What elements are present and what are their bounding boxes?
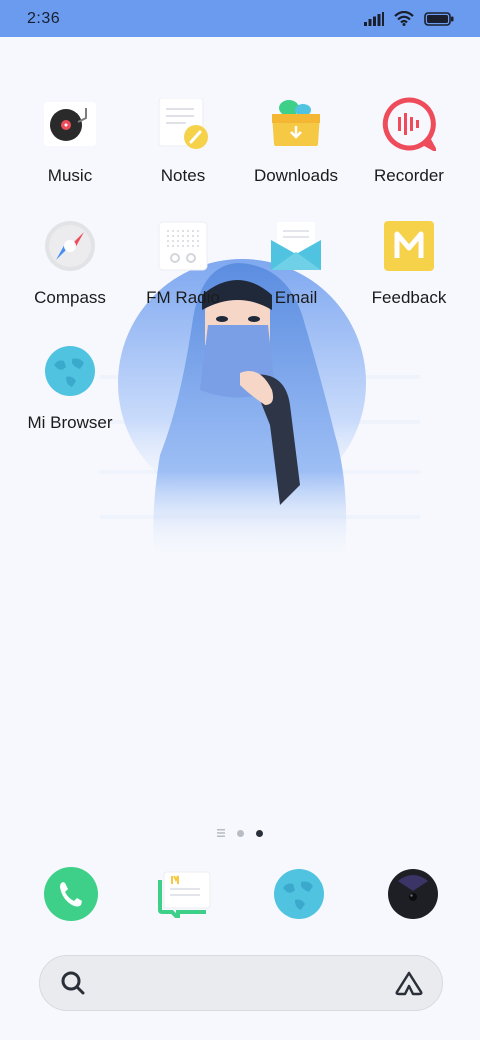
- app-label: Feedback: [371, 288, 447, 307]
- messages-icon: [158, 871, 211, 918]
- app-recorder[interactable]: Recorder: [349, 96, 469, 186]
- camera-icon: [388, 869, 438, 919]
- notes-icon: [155, 96, 211, 152]
- app-mi-browser[interactable]: Mi Browser: [10, 343, 130, 433]
- music-icon: [42, 96, 98, 152]
- app-label: Music: [47, 166, 93, 185]
- app-compass[interactable]: Compass: [10, 218, 130, 308]
- app-label: Notes: [160, 166, 206, 185]
- app-label: Compass: [34, 288, 106, 307]
- dock-camera[interactable]: [385, 866, 441, 922]
- app-email[interactable]: Email: [236, 218, 356, 308]
- status-icons: [364, 11, 454, 26]
- radio-icon: [155, 218, 211, 274]
- list-indicator-icon: [217, 829, 225, 837]
- email-icon: [268, 218, 324, 274]
- recorder-icon: [381, 96, 437, 152]
- search-icon[interactable]: [60, 970, 86, 996]
- app-feedback[interactable]: Feedback: [349, 218, 469, 308]
- signal-icon: [364, 11, 384, 26]
- app-music[interactable]: Music: [10, 96, 130, 186]
- assistant-icon[interactable]: [394, 970, 424, 996]
- compass-icon: [42, 218, 98, 274]
- page-dot-active[interactable]: [256, 829, 263, 837]
- app-label: Recorder: [374, 166, 444, 185]
- app-label: FM Radio: [146, 288, 220, 307]
- status-time: 2:36: [27, 9, 61, 27]
- app-fm-radio[interactable]: FM Radio: [123, 218, 243, 308]
- dock-phone[interactable]: [43, 866, 99, 922]
- battery-icon: [424, 11, 454, 26]
- search-bar[interactable]: [39, 955, 443, 1011]
- feedback-icon: [381, 218, 437, 274]
- app-label: Mi Browser: [27, 413, 113, 432]
- dock-messages[interactable]: [157, 866, 213, 922]
- app-label: Email: [274, 288, 318, 307]
- downloads-icon: [268, 96, 324, 152]
- page-dot[interactable]: [237, 829, 244, 837]
- wifi-icon: [394, 11, 414, 26]
- app-label: Downloads: [253, 166, 339, 185]
- app-downloads[interactable]: Downloads: [236, 96, 356, 186]
- dock-browser[interactable]: [271, 866, 327, 922]
- status-bar: 2:36: [0, 0, 480, 37]
- app-notes[interactable]: Notes: [123, 96, 243, 186]
- browser-icon: [274, 869, 324, 919]
- phone-icon: [44, 867, 98, 921]
- browser-icon: [42, 343, 98, 399]
- page-indicator[interactable]: [0, 829, 480, 837]
